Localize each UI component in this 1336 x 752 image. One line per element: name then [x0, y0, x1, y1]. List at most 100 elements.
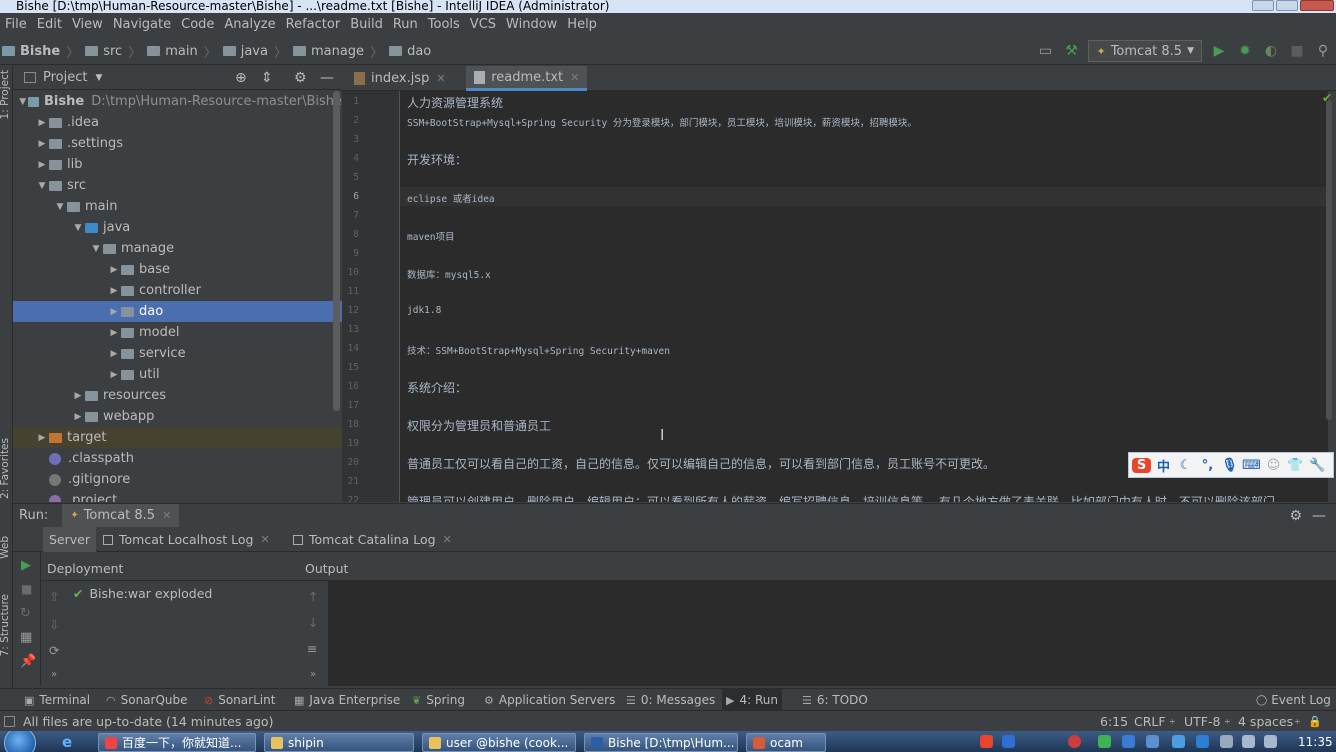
expand-icon[interactable]: » [310, 669, 316, 680]
user-icon[interactable]: ☺ [1264, 458, 1283, 473]
editor-scrollbar[interactable] [1326, 100, 1332, 420]
editor-area[interactable]: 人力资源管理系统 SSM+BootStrap+Mysql+Spring Secur… [400, 91, 1328, 502]
signal-tray-icon[interactable] [1242, 735, 1255, 748]
tool-window-terminal[interactable]: ▣ Terminal [20, 689, 94, 711]
network-tray-icon[interactable] [1172, 735, 1185, 748]
project-view-title[interactable]: Project [43, 70, 87, 85]
debug-icon[interactable]: ✹ [1236, 42, 1254, 60]
cloud-tray-icon[interactable] [1196, 735, 1209, 748]
shield-tray-icon[interactable] [1146, 735, 1159, 748]
menu-vcs[interactable]: VCS [465, 13, 501, 37]
project-scrollbar[interactable] [333, 91, 340, 411]
close-icon[interactable]: ✕ [260, 533, 269, 546]
bluetooth-tray-icon[interactable] [1122, 735, 1135, 748]
scroll-up-icon[interactable]: ↑ [308, 589, 318, 604]
indent-setting[interactable]: 4 spaces [1238, 714, 1293, 729]
tree-node-resources[interactable]: ▶ resources [13, 385, 342, 406]
deploy-down-icon[interactable]: ⇩ [49, 617, 59, 632]
layout-icon[interactable]: ▦ [20, 630, 32, 645]
breadcrumb-item[interactable]: Bishe [2, 44, 60, 59]
chevron-down-icon[interactable]: ▼ [95, 73, 102, 83]
close-icon[interactable]: ✕ [436, 72, 445, 85]
tree-node-dot-settings[interactable]: ▶ .settings [13, 133, 342, 154]
taskbar-item[interactable]: 百度一下，你就知道... [98, 733, 256, 752]
collapsed-arrow-icon[interactable]: ▶ [107, 370, 121, 380]
ime-toolbar[interactable]: S 中 ☾ °, 🎙 ⌨ ☺ 👕 🔧 [1128, 452, 1334, 478]
taskbar-item[interactable]: Bishe [D:\tmp\Hum... [584, 733, 738, 752]
tree-node-java[interactable]: ▼ java [13, 217, 342, 238]
tree-node-dao[interactable]: ▶ dao [13, 301, 342, 322]
tree-node-service[interactable]: ▶ service [13, 343, 342, 364]
line-separator[interactable]: CRLF [1134, 714, 1166, 729]
lock-icon[interactable]: 🔒 [1308, 715, 1322, 728]
printer-tray-icon[interactable] [1220, 735, 1233, 748]
menu-code[interactable]: Code [176, 13, 219, 37]
help-tray-icon[interactable] [1002, 735, 1015, 748]
collapsed-arrow-icon[interactable]: ▶ [35, 139, 49, 149]
menu-file[interactable]: File [0, 13, 32, 37]
stop-icon[interactable]: ■ [21, 582, 32, 596]
stop-icon[interactable]: ■ [1288, 42, 1306, 60]
expanded-arrow-icon[interactable]: ▼ [17, 97, 28, 107]
record-tray-icon[interactable] [1068, 735, 1081, 748]
project-side-tab[interactable]: 1: Project [0, 70, 11, 119]
close-icon[interactable]: ✕ [162, 509, 171, 522]
close-icon[interactable]: ✕ [570, 71, 579, 84]
start-button[interactable] [4, 731, 36, 752]
structure-side-tab[interactable]: 7: Structure [0, 594, 11, 656]
volume-tray-icon[interactable] [1264, 735, 1277, 748]
collapsed-arrow-icon[interactable]: ▶ [71, 412, 85, 422]
wechat-tray-icon[interactable] [1098, 735, 1111, 748]
deploy-up-icon[interactable]: ⇧ [49, 589, 59, 604]
tree-node-webapp[interactable]: ▶ webapp [13, 406, 342, 427]
tab-readme-txt[interactable]: readme.txt ✕ [466, 66, 588, 91]
menu-view[interactable]: View [67, 13, 108, 37]
event-log-button[interactable]: ◯ Event Log [1256, 689, 1331, 711]
file-encoding[interactable]: UTF-8 [1184, 714, 1220, 729]
tool-window-run[interactable]: ▶ 4: Run [722, 689, 782, 711]
tool-window-java-enterprise[interactable]: ▦ Java Enterprise [290, 689, 404, 711]
menu-build[interactable]: Build [345, 13, 388, 37]
collapsed-arrow-icon[interactable]: ▶ [107, 328, 121, 338]
refresh-icon[interactable]: ↻ [20, 606, 31, 621]
run-tab-3[interactable]: Tomcat Catalina Log ✕ [287, 527, 458, 552]
tool-window-app-servers[interactable]: ⚙ Application Servers [480, 689, 619, 711]
collapsed-arrow-icon[interactable]: ▶ [35, 433, 49, 443]
tree-node-dot-project[interactable]: .project [13, 490, 342, 502]
breadcrumb-item[interactable]: manage [292, 44, 364, 59]
breadcrumb-item[interactable]: src [85, 44, 122, 59]
collapsed-arrow-icon[interactable]: ▶ [107, 349, 121, 359]
menu-help[interactable]: Help [562, 13, 602, 37]
coverage-icon[interactable]: ◐ [1262, 42, 1280, 60]
expand-icon[interactable]: » [51, 669, 57, 680]
soft-wrap-icon[interactable]: ≡ [307, 641, 317, 656]
taskbar-item[interactable]: user @bishe (cook... [422, 733, 576, 752]
locate-icon[interactable]: ⊕ [235, 70, 247, 86]
close-icon[interactable]: ✕ [443, 533, 452, 546]
expanded-arrow-icon[interactable]: ▼ [71, 223, 85, 233]
breadcrumb-item[interactable]: java [222, 44, 268, 59]
close-window-button[interactable] [1300, 0, 1334, 11]
build-hammer-icon[interactable]: ⚒ [1062, 42, 1080, 60]
taskbar-item[interactable]: shipin [264, 733, 414, 752]
search-everywhere-icon[interactable]: ⚲ [1314, 42, 1332, 60]
maximize-button[interactable] [1276, 0, 1298, 11]
menu-navigate[interactable]: Navigate [108, 13, 176, 37]
status-layout-icon[interactable] [4, 715, 15, 727]
collapse-all-icon[interactable]: ⇕ [261, 70, 273, 86]
tree-node-target[interactable]: ▶ target [13, 427, 342, 448]
deployment-item[interactable]: ✔ Bishe:war exploded [73, 583, 212, 603]
wrench-icon[interactable]: 🔧 [1308, 458, 1327, 473]
tool-window-sonarqube[interactable]: ◠ SonarQube [102, 689, 192, 711]
tree-node-controller[interactable]: ▶ controller [13, 280, 342, 301]
tool-window-todo[interactable]: ☰ 6: TODO [798, 689, 872, 711]
project-structure-icon[interactable]: ▭ [1036, 42, 1054, 60]
scroll-down-icon[interactable]: ↓ [308, 615, 318, 630]
menu-tools[interactable]: Tools [423, 13, 465, 37]
punctuation-icon[interactable]: °, [1198, 458, 1217, 473]
ime-language[interactable]: 中 [1154, 456, 1173, 475]
tab-index-jsp[interactable]: index.jsp ✕ [346, 66, 454, 91]
tree-node-manage[interactable]: ▼ manage [13, 238, 342, 259]
tree-node-Bishe[interactable]: ▼ Bishe D:\tmp\Human-Resource-master\Bishe [13, 91, 342, 112]
sync-icon[interactable]: ⟳ [49, 643, 59, 658]
